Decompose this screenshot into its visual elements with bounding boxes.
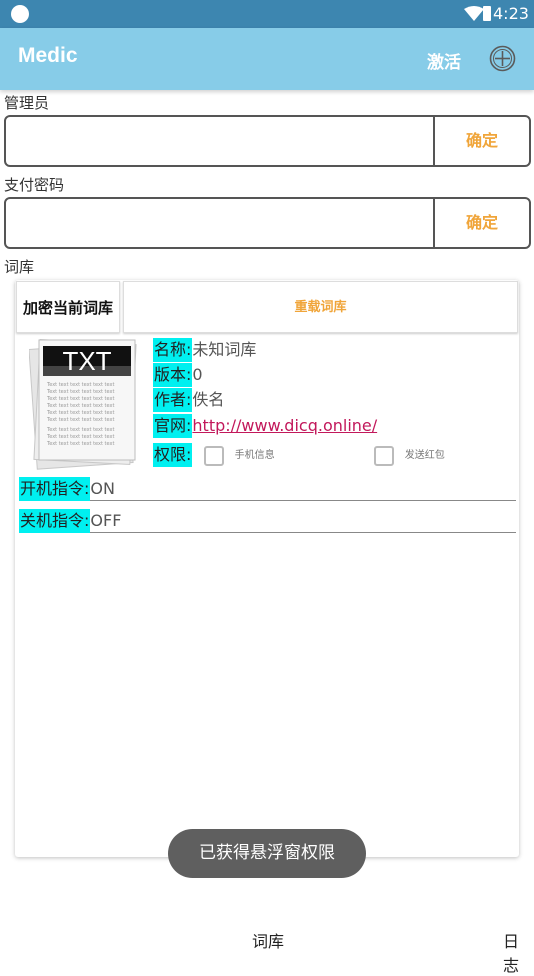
shutdown-command-row[interactable]: 关机指令:OFF — [19, 509, 516, 533]
encrypt-library-button[interactable]: 加密当前词库 — [16, 281, 120, 333]
startup-command-row[interactable]: 开机指令:ON — [19, 477, 516, 501]
author-tag: 作者: — [153, 388, 193, 412]
svg-text:Text text text text text text: Text text text text text text — [46, 410, 114, 416]
startup-command-value: ON — [90, 479, 115, 498]
wifi-icon — [464, 6, 484, 21]
pay-password-input[interactable] — [6, 199, 433, 247]
site-link[interactable]: http://www.dicq.online/ — [192, 414, 377, 438]
phone-info-label: 手机信息 — [234, 449, 275, 461]
status-time: 4:23 — [493, 4, 529, 23]
admin-label: 管理员 — [4, 94, 50, 112]
version-tag: 版本: — [153, 363, 193, 387]
add-circle-icon[interactable] — [489, 45, 516, 72]
admin-field-row: 确定 — [4, 115, 531, 167]
toast-message: 已获得悬浮窗权限 — [168, 829, 366, 878]
svg-text:Text text text text text text: Text text text text text text — [46, 403, 114, 409]
svg-text:Text text text text text text: Text text text text text text — [46, 441, 114, 447]
app-title: Medic — [18, 44, 78, 67]
svg-text:Text text text text text text: Text text text text text text — [46, 417, 114, 423]
pay-password-field-row: 确定 — [4, 197, 531, 249]
svg-text:Text text text text text text: Text text text text text text — [46, 396, 114, 402]
send-redpacket-checkbox[interactable] — [373, 445, 394, 466]
author-value: 佚名 — [192, 390, 225, 409]
phone-info-checkbox[interactable] — [203, 445, 224, 466]
library-label: 词库 — [4, 258, 35, 276]
version-value: 0 — [192, 365, 203, 384]
svg-text:Text text text text text text: Text text text text text text — [46, 382, 114, 388]
admin-input[interactable] — [6, 117, 433, 165]
status-bar: 4:23 — [0, 0, 534, 28]
activate-button[interactable]: 激活 — [427, 48, 461, 73]
info-permission-row: 权限: 手机信息 发送红包 — [153, 443, 513, 467]
info-version-row: 版本:0 — [153, 363, 203, 387]
startup-command-tag: 开机指令: — [19, 477, 91, 501]
notification-dot-icon — [11, 5, 29, 23]
svg-text:Text text text text text text: Text text text text text text — [46, 427, 114, 433]
name-tag: 名称: — [153, 338, 193, 362]
info-author-row: 作者:佚名 — [153, 388, 224, 412]
pay-password-label: 支付密码 — [4, 176, 65, 194]
txt-icon-label: TXT — [62, 346, 111, 376]
admin-confirm-button[interactable]: 确定 — [435, 117, 529, 165]
svg-text:Text text text text text text: Text text text text text text — [46, 389, 114, 395]
battery-icon — [483, 6, 491, 21]
site-tag: 官网: — [153, 414, 193, 438]
reload-library-button[interactable]: 重载词库 — [123, 281, 518, 333]
permission-tag: 权限: — [153, 443, 193, 467]
tab-log[interactable]: 日志 — [503, 928, 534, 976]
library-card: 加密当前词库 重载词库 TXT Text text text text text… — [15, 280, 519, 857]
info-site-row: 官网:http://www.dicq.online/ — [153, 414, 377, 438]
pay-password-confirm-button[interactable]: 确定 — [435, 199, 529, 247]
name-value: 未知词库 — [192, 340, 257, 359]
info-name-row: 名称:未知词库 — [153, 338, 256, 362]
send-redpacket-label: 发送红包 — [404, 449, 445, 461]
app-bar: Medic 激活 — [0, 28, 534, 90]
svg-text:Text text text text text text: Text text text text text text — [46, 434, 114, 440]
tab-library[interactable]: 词库 — [252, 928, 284, 952]
shutdown-command-value: OFF — [90, 511, 122, 530]
shutdown-command-tag: 关机指令: — [19, 509, 91, 533]
txt-file-icon: TXT Text text text text text text Text t… — [29, 339, 137, 470]
